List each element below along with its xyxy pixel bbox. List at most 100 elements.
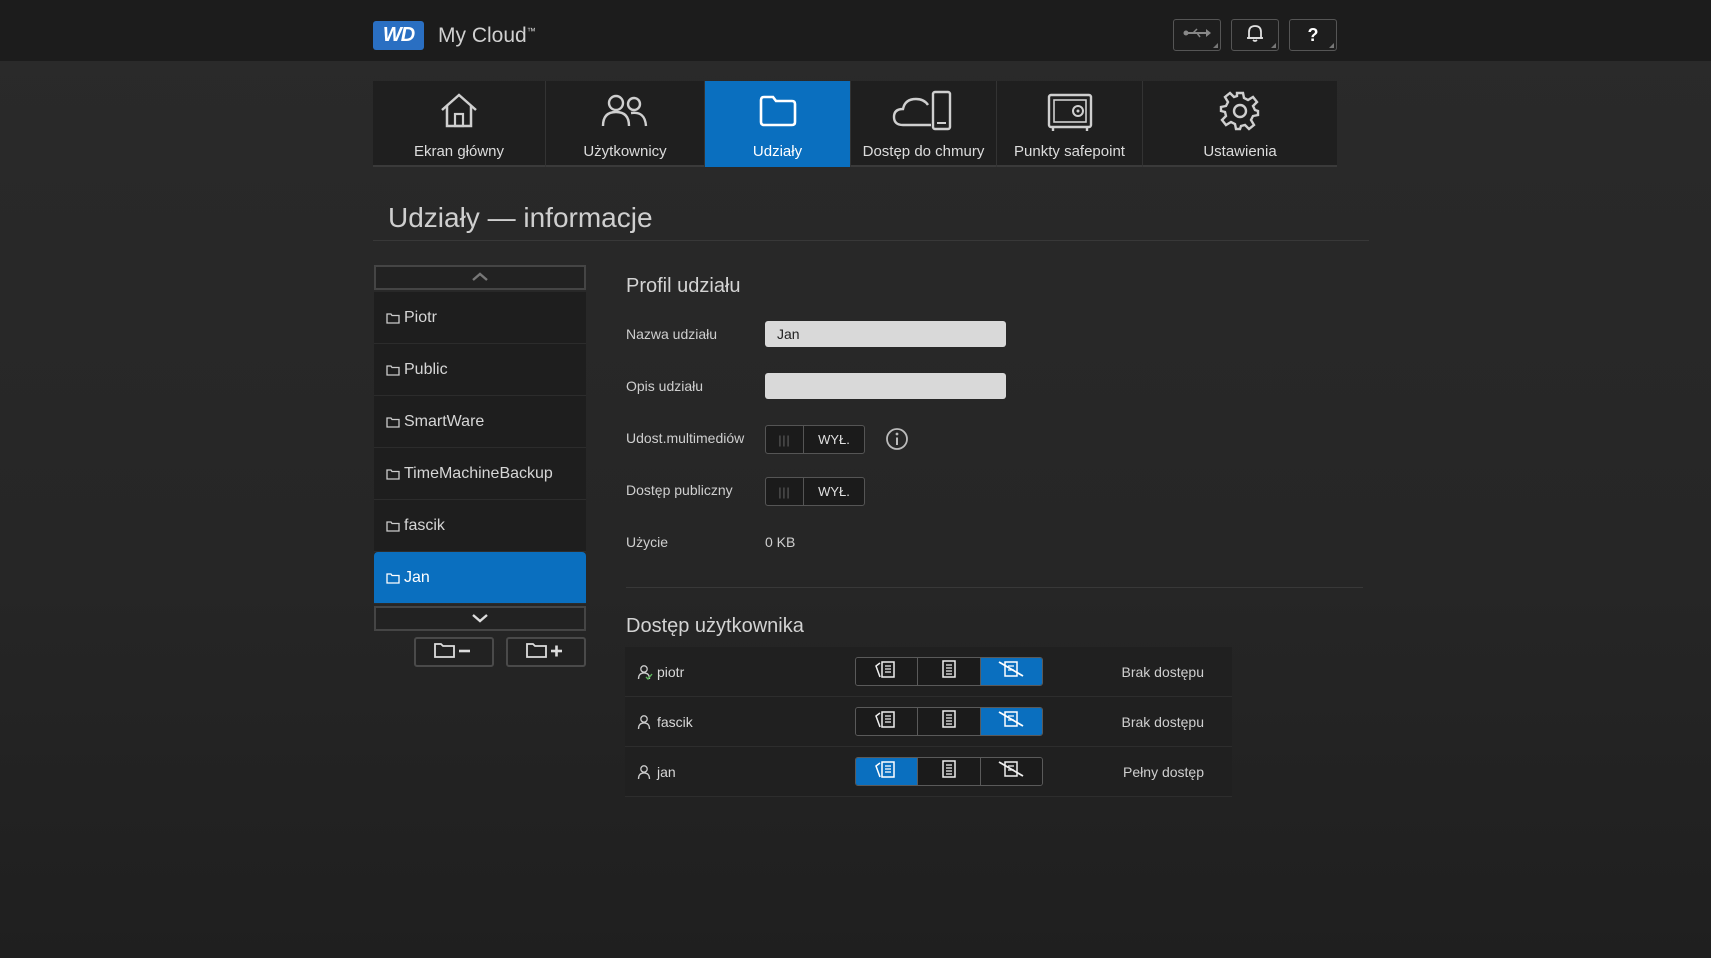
scroll-down-button[interactable] <box>374 606 586 631</box>
share-item-label: SmartWare <box>404 412 485 430</box>
toggle-grip: ||| <box>766 426 804 453</box>
read-only-button[interactable] <box>918 708 981 735</box>
usage-value: 0 KB <box>765 534 796 550</box>
access-status: Pełny dostęp <box>1123 764 1204 780</box>
share-description-input[interactable] <box>765 373 1006 399</box>
tab-safepoints-label: Punkty safepoint <box>1014 143 1125 160</box>
full-access-button[interactable] <box>856 758 919 785</box>
trademark-mark: ™ <box>526 26 536 36</box>
no-access-icon <box>996 660 1026 683</box>
share-item-label: Piotr <box>404 308 437 326</box>
user-icon <box>637 664 653 680</box>
tab-shares-label: Udziały <box>752 143 803 160</box>
read-only-icon <box>939 760 959 783</box>
tab-users[interactable]: Użytkownicy <box>546 81 705 167</box>
no-access-button[interactable] <box>980 658 1042 685</box>
share-name-label: Nazwa udziału <box>626 326 718 342</box>
folder-icon <box>386 416 400 428</box>
permission-selector <box>855 757 1043 786</box>
full-access-icon <box>874 760 900 783</box>
usb-icon <box>1182 26 1212 44</box>
user-name-label: piotr <box>657 664 685 680</box>
read-only-icon <box>939 660 959 683</box>
share-list: Piotr Public SmartWare TimeMachineBackup… <box>374 265 586 631</box>
usage-label: Użycie <box>626 534 669 550</box>
permission-selector <box>855 707 1043 736</box>
share-item-piotr[interactable]: Piotr <box>374 292 586 344</box>
folder-icon <box>386 572 400 584</box>
full-access-button[interactable] <box>856 658 919 685</box>
tab-home-label: Ekran główny <box>413 143 505 160</box>
main-nav: Ekran główny Użytkownicy Udziały Dostęp … <box>373 81 1337 167</box>
user-access-heading: Dostęp użytkownika <box>626 615 804 637</box>
app-title: My Cloud™ <box>438 24 536 47</box>
share-description-label: Opis udziału <box>626 378 704 394</box>
users-icon <box>598 89 652 133</box>
tab-shares[interactable]: Udziały <box>705 81 851 167</box>
no-access-button[interactable] <box>980 708 1042 735</box>
read-only-icon <box>939 710 959 733</box>
share-name-input[interactable] <box>765 321 1006 347</box>
tab-home[interactable]: Ekran główny <box>373 81 546 167</box>
read-only-button[interactable] <box>918 758 981 785</box>
user-icon <box>637 764 653 780</box>
no-access-button[interactable] <box>980 758 1042 785</box>
share-profile-heading: Profil udziału <box>626 275 741 297</box>
user-name-label: jan <box>657 764 676 780</box>
gear-icon <box>1218 89 1262 133</box>
read-only-button[interactable] <box>918 658 981 685</box>
folder-minus-icon <box>432 640 476 665</box>
public-access-value: WYŁ. <box>818 484 850 499</box>
wd-logo[interactable]: WD <box>373 21 424 50</box>
add-share-button[interactable] <box>506 637 586 667</box>
table-row: jan Pełny dostęp <box>625 747 1232 797</box>
table-row: fascik Brak dostępu <box>625 697 1232 747</box>
safe-icon <box>1045 89 1095 133</box>
share-item-label: TimeMachineBackup <box>404 464 553 482</box>
folder-icon <box>756 89 800 133</box>
remove-share-button[interactable] <box>414 637 494 667</box>
folder-icon <box>386 520 400 532</box>
full-access-icon <box>874 660 900 683</box>
media-serving-value: WYŁ. <box>818 432 850 447</box>
top-bar: WD My Cloud™ ? <box>0 0 1711 61</box>
no-access-icon <box>996 710 1026 733</box>
info-icon[interactable] <box>885 427 909 456</box>
user-name: jan <box>637 764 676 780</box>
home-icon <box>437 89 481 133</box>
scroll-up-button[interactable] <box>374 265 586 290</box>
media-serving-toggle[interactable]: ||| WYŁ. <box>765 425 865 454</box>
share-item-label: Public <box>404 360 448 378</box>
share-item-smartware[interactable]: SmartWare <box>374 396 586 448</box>
help-button[interactable]: ? <box>1289 19 1337 51</box>
share-item-label: Jan <box>404 568 430 586</box>
tab-users-label: Użytkownicy <box>583 143 667 160</box>
folder-icon <box>386 468 400 480</box>
tab-cloud-access[interactable]: Dostęp do chmury <box>851 81 997 167</box>
notifications-button[interactable] <box>1231 19 1279 51</box>
user-name: piotr <box>637 664 684 680</box>
access-status: Brak dostępu <box>1121 664 1205 680</box>
toggle-grip: ||| <box>766 478 804 505</box>
page-title: Udziały — informacje <box>388 202 653 233</box>
table-row: piotr Brak dostępu <box>625 647 1232 697</box>
divider <box>373 240 1369 241</box>
full-access-icon <box>874 710 900 733</box>
share-item-jan[interactable]: Jan <box>374 552 586 604</box>
folder-icon <box>386 312 400 324</box>
usb-button[interactable] <box>1173 19 1221 51</box>
user-icon <box>637 714 653 730</box>
tab-safepoints[interactable]: Punkty safepoint <box>997 81 1143 167</box>
public-access-toggle[interactable]: ||| WYŁ. <box>765 477 865 506</box>
permission-selector <box>855 657 1043 686</box>
share-item-fascik[interactable]: fascik <box>374 500 586 552</box>
folder-icon <box>386 364 400 376</box>
share-item-timemachinebackup[interactable]: TimeMachineBackup <box>374 448 586 500</box>
share-item-public[interactable]: Public <box>374 344 586 396</box>
share-item-label: fascik <box>404 516 445 534</box>
full-access-button[interactable] <box>856 708 919 735</box>
no-access-icon <box>996 760 1026 783</box>
tab-settings[interactable]: Ustawienia <box>1143 81 1337 167</box>
divider <box>626 587 1363 588</box>
help-icon: ? <box>1307 24 1319 45</box>
